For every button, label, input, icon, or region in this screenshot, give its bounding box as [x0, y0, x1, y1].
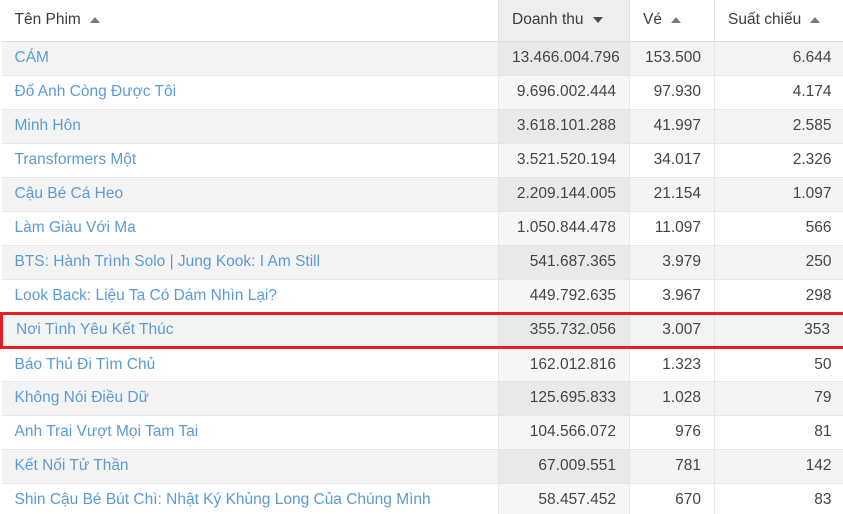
- cell-revenue: 104.566.072: [498, 415, 630, 450]
- movie-title-link[interactable]: Báo Thủ Đi Tìm Chủ: [1, 347, 499, 382]
- cell-shows: 4.174: [714, 75, 843, 110]
- cell-shows: 79: [714, 381, 843, 416]
- movie-title-link[interactable]: CÁM: [1, 41, 499, 76]
- movie-title-link[interactable]: BTS: Hành Trình Solo | Jung Kook: I Am S…: [1, 245, 499, 280]
- cell-shows: 83: [714, 483, 843, 514]
- cell-shows: 50: [714, 347, 843, 382]
- movie-title-link[interactable]: Transformers Một: [1, 143, 499, 178]
- movie-title-link[interactable]: Look Back: Liệu Ta Có Dám Nhìn Lại?: [1, 279, 499, 314]
- cell-tickets: 1.323: [629, 347, 715, 382]
- cell-tickets: 97.930: [629, 75, 715, 110]
- sort-descending-icon[interactable]: [592, 17, 603, 23]
- column-header-inner: Suất chiếu: [728, 11, 821, 29]
- cell-revenue: 9.696.002.444: [498, 75, 630, 110]
- column-header-shows[interactable]: Suất chiếu: [714, 0, 843, 42]
- table-row[interactable]: Không Nói Điều Dữ 125.695.833 1.028 79: [1, 381, 843, 416]
- movie-title-link[interactable]: Anh Trai Vượt Mọi Tam Tai: [1, 415, 499, 450]
- cell-revenue: 355.732.056: [498, 311, 630, 349]
- cell-shows: 566: [714, 211, 843, 246]
- column-header-revenue[interactable]: Doanh thu: [498, 0, 630, 42]
- cell-shows: 142: [714, 449, 843, 484]
- cell-tickets: 3.007: [629, 311, 715, 349]
- cell-revenue: 541.687.365: [498, 245, 630, 280]
- cell-shows: 81: [714, 415, 843, 450]
- cell-revenue: 125.695.833: [498, 381, 630, 416]
- table-row[interactable]: Làm Giàu Với Ma 1.050.844.478 11.097 566: [1, 211, 843, 246]
- movie-title-link[interactable]: Kết Nối Tử Thần: [1, 449, 499, 484]
- cell-tickets: 1.028: [629, 381, 715, 416]
- table-row[interactable]: Kết Nối Tử Thần 67.009.551 781 142: [1, 449, 843, 484]
- cell-shows: 6.644: [714, 41, 843, 76]
- cell-shows: 2.585: [714, 109, 843, 144]
- table-row[interactable]: Look Back: Liệu Ta Có Dám Nhìn Lại? 449.7…: [1, 279, 843, 314]
- cell-tickets: 11.097: [629, 211, 715, 246]
- column-header-label: Vé: [643, 11, 662, 29]
- cell-revenue: 2.209.144.005: [498, 177, 630, 212]
- column-header-inner: Vé: [643, 12, 681, 28]
- cell-tickets: 976: [629, 415, 715, 450]
- box-office-table-panel: Tên Phim Doanh thu Vé Suất chiếu CÁM 13.466.…: [0, 0, 843, 514]
- cell-revenue: 3.618.101.288: [498, 109, 630, 144]
- table-row[interactable]: Minh Hôn 3.618.101.288 41.997 2.585: [1, 109, 843, 144]
- cell-revenue: 1.050.844.478: [498, 211, 630, 246]
- table-row[interactable]: Cậu Bé Cá Heo 2.209.144.005 21.154 1.097: [1, 177, 843, 212]
- cell-tickets: 3.979: [629, 245, 715, 280]
- sort-ascending-icon[interactable]: [810, 17, 821, 23]
- cell-revenue: 58.457.452: [498, 483, 630, 514]
- column-header-tickets[interactable]: Vé: [629, 0, 715, 42]
- sort-ascending-icon[interactable]: [670, 17, 681, 23]
- table-row[interactable]: BTS: Hành Trình Solo | Jung Kook: I Am S…: [1, 245, 843, 280]
- column-header-label: Tên Phim: [14, 11, 81, 29]
- cell-tickets: 670: [629, 483, 715, 514]
- table-row[interactable]: CÁM 13.466.004.796 153.500 6.644: [1, 41, 843, 76]
- cell-shows: 2.326: [714, 143, 843, 178]
- column-header-label: Suất chiếu: [728, 11, 802, 29]
- movie-title-link[interactable]: Nơi Tình Yêu Kết Thúc: [0, 311, 499, 349]
- cell-tickets: 41.997: [629, 109, 715, 144]
- movie-title-link[interactable]: Shin Cậu Bé Bút Chì: Nhật Ký Khủng Long …: [1, 483, 499, 514]
- table-row[interactable]: Anh Trai Vượt Mọi Tam Tai 104.566.072 976 8…: [1, 415, 843, 450]
- cell-shows: 1.097: [714, 177, 843, 212]
- cell-shows: 298: [714, 279, 843, 314]
- cell-revenue: 3.521.520.194: [498, 143, 630, 178]
- table-row-highlighted[interactable]: Nơi Tình Yêu Kết Thúc 355.732.056 3.007 353: [0, 311, 843, 349]
- table-row[interactable]: Shin Cậu Bé Bút Chì: Nhật Ký Khủng Long …: [1, 483, 843, 514]
- box-office-table: Tên Phim Doanh thu Vé Suất chiếu CÁM 13.466.…: [0, 0, 843, 514]
- cell-shows: 250: [714, 245, 843, 280]
- movie-title-link[interactable]: Làm Giàu Với Ma: [1, 211, 499, 246]
- cell-tickets: 153.500: [629, 41, 715, 76]
- cell-revenue: 13.466.004.796: [498, 41, 630, 76]
- cell-tickets: 3.967: [629, 279, 715, 314]
- sort-ascending-icon[interactable]: [89, 17, 100, 23]
- table-header-row: Tên Phim Doanh thu Vé Suất chiếu: [1, 0, 843, 42]
- table-row[interactable]: Báo Thủ Đi Tìm Chủ 162.012.816 1.323 50: [1, 347, 843, 382]
- column-header-label: Doanh thu: [512, 11, 584, 29]
- table-header: Tên Phim Doanh thu Vé Suất chiếu: [1, 0, 843, 42]
- column-header-inner: Doanh thu: [512, 12, 603, 28]
- cell-tickets: 781: [629, 449, 715, 484]
- table-row[interactable]: Đố Anh Còng Được Tôi 9.696.002.444 97.930 4…: [1, 75, 843, 110]
- cell-tickets: 34.017: [629, 143, 715, 178]
- movie-title-link[interactable]: Không Nói Điều Dữ: [1, 381, 499, 416]
- table-row[interactable]: Transformers Một 3.521.520.194 34.017 2.326: [1, 143, 843, 178]
- column-header-inner: Tên Phim: [15, 12, 100, 28]
- movie-title-link[interactable]: Đố Anh Còng Được Tôi: [1, 75, 499, 110]
- cell-revenue: 67.009.551: [498, 449, 630, 484]
- table-body: CÁM 13.466.004.796 153.500 6.644 Đố Anh Còng…: [0, 41, 843, 514]
- movie-title-link[interactable]: Cậu Bé Cá Heo: [1, 177, 499, 212]
- column-header-name[interactable]: Tên Phim: [1, 0, 499, 42]
- cell-tickets: 21.154: [629, 177, 715, 212]
- cell-revenue: 162.012.816: [498, 347, 630, 382]
- cell-revenue: 449.792.635: [498, 279, 630, 314]
- cell-shows: 353: [714, 311, 843, 349]
- movie-title-link[interactable]: Minh Hôn: [1, 109, 499, 144]
